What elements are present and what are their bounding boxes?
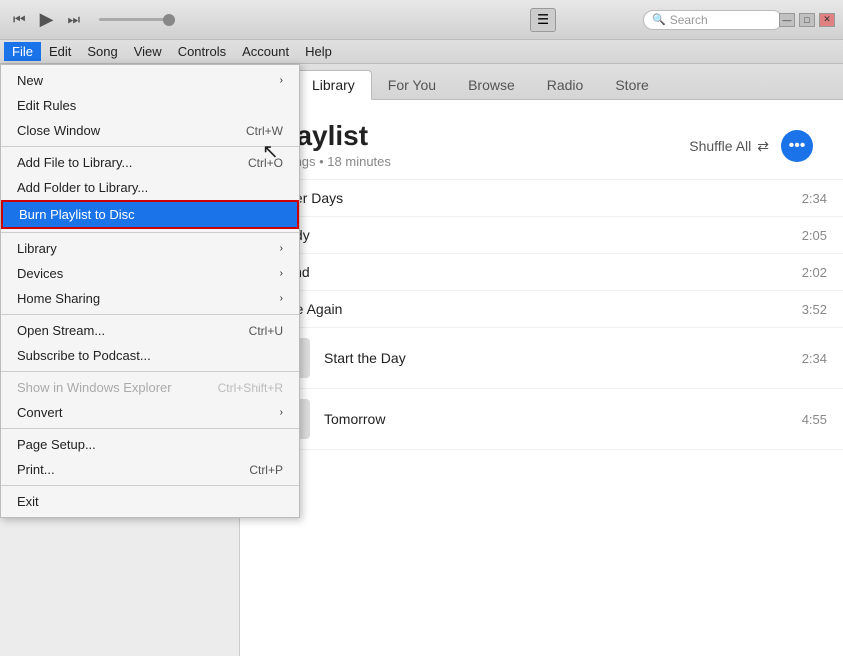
more-options-button[interactable]: •••: [781, 130, 813, 162]
shuffle-icon: ⇄: [757, 138, 769, 155]
dropdown-item-convert[interactable]: Convert ›: [1, 400, 299, 425]
song-name-better-days: Better Days: [270, 190, 802, 206]
search-box[interactable]: 🔍 Search: [643, 10, 783, 30]
menu-bar: File Edit Song View Controls Account Hel…: [0, 40, 843, 64]
dropdown-item-close-window[interactable]: Close Window Ctrl+W: [1, 118, 299, 143]
tab-library[interactable]: Library: [295, 70, 372, 100]
separator-5: [1, 428, 299, 429]
transport-controls: ⏮ ▶ ⏭: [8, 7, 169, 32]
song-duration-tomorrow: 4:55: [802, 412, 827, 427]
volume-track: [99, 18, 169, 21]
rewind-button[interactable]: ⏮: [8, 9, 31, 30]
arrow-right-home-sharing-icon: ›: [280, 293, 283, 304]
volume-slider[interactable]: [99, 18, 169, 21]
dropdown-item-show-explorer: Show in Windows Explorer Ctrl+Shift+R: [1, 375, 299, 400]
dropdown-item-edit-rules[interactable]: Edit Rules: [1, 93, 299, 118]
song-row-better-days[interactable]: Better Days 2:34: [240, 180, 843, 217]
tab-store[interactable]: Store: [599, 71, 664, 99]
search-placeholder-text: Search: [670, 13, 708, 27]
minimize-button[interactable]: —: [779, 13, 795, 27]
song-duration-friend: 2:02: [802, 265, 827, 280]
dropdown-item-subscribe-podcast[interactable]: Subscribe to Podcast...: [1, 343, 299, 368]
menu-item-edit[interactable]: Edit: [41, 42, 79, 61]
separator-1: [1, 146, 299, 147]
song-name-once-again: Once Again: [270, 301, 802, 317]
dropdown-item-library[interactable]: Library ›: [1, 236, 299, 261]
shortcut-close-window: Ctrl+W: [246, 124, 283, 138]
dropdown-item-home-sharing[interactable]: Home Sharing ›: [1, 286, 299, 311]
dropdown-item-exit[interactable]: Exit: [1, 489, 299, 514]
shuffle-label: Shuffle All: [689, 138, 751, 154]
arrow-right-devices-icon: ›: [280, 268, 283, 279]
menu-item-controls[interactable]: Controls: [170, 42, 234, 61]
playlist-header: Playlist 6 songs • 18 minutes Shuffle Al…: [240, 100, 843, 180]
menu-item-view[interactable]: View: [126, 42, 170, 61]
shortcut-show-explorer: Ctrl+Shift+R: [218, 381, 283, 395]
song-name-start-the-day: Start the Day: [324, 350, 802, 366]
song-duration-better-days: 2:34: [802, 191, 827, 206]
menu-item-song[interactable]: Song: [79, 42, 125, 61]
volume-thumb: [163, 14, 175, 26]
arrow-right-library-icon: ›: [280, 243, 283, 254]
playlist-actions: Shuffle All ⇄ •••: [689, 130, 813, 162]
separator-3: [1, 314, 299, 315]
play-button[interactable]: ▶: [35, 7, 59, 32]
dropdown-item-devices[interactable]: Devices ›: [1, 261, 299, 286]
arrow-right-convert-icon: ›: [280, 407, 283, 418]
song-name-buddy: Buddy: [270, 227, 802, 243]
playlist-area: Playlist 6 songs • 18 minutes Shuffle Al…: [240, 100, 843, 656]
shortcut-print: Ctrl+P: [249, 463, 283, 477]
song-duration-once-again: 3:52: [802, 302, 827, 317]
dropdown-item-add-folder[interactable]: Add Folder to Library...: [1, 175, 299, 200]
search-icon: 🔍: [652, 13, 666, 26]
shuffle-all-button[interactable]: Shuffle All ⇄: [689, 138, 769, 155]
song-row-start-the-day[interactable]: ♪ Start the Day 2:34: [240, 328, 843, 389]
song-row-tomorrow[interactable]: ♪ Tomorrow 4:55: [240, 389, 843, 450]
dropdown-item-print[interactable]: Print... Ctrl+P: [1, 457, 299, 482]
song-row-friend[interactable]: Friend 2:02: [240, 254, 843, 291]
dropdown-item-add-file[interactable]: Add File to Library... Ctrl+O: [1, 150, 299, 175]
file-dropdown-menu: New › Edit Rules Close Window Ctrl+W Add…: [0, 64, 300, 518]
list-view-button[interactable]: ☰: [530, 8, 556, 32]
dropdown-item-open-stream[interactable]: Open Stream... Ctrl+U: [1, 318, 299, 343]
song-name-tomorrow: Tomorrow: [324, 411, 802, 427]
maximize-button[interactable]: □: [799, 13, 815, 27]
song-duration-buddy: 2:05: [802, 228, 827, 243]
dropdown-item-new[interactable]: New ›: [1, 68, 299, 93]
song-list: Better Days 2:34 Buddy 2:05 Friend 2:02 …: [240, 180, 843, 450]
menu-item-account[interactable]: Account: [234, 42, 297, 61]
arrow-right-icon: ›: [280, 75, 283, 86]
close-button[interactable]: ✕: [819, 13, 835, 27]
menu-item-file[interactable]: File: [4, 42, 41, 61]
fast-forward-button[interactable]: ⏭: [62, 9, 85, 30]
song-row-once-again[interactable]: Once Again 3:52: [240, 291, 843, 328]
tab-radio[interactable]: Radio: [531, 71, 600, 99]
separator-6: [1, 485, 299, 486]
tab-browse[interactable]: Browse: [452, 71, 531, 99]
tab-for-you[interactable]: For You: [372, 71, 452, 99]
title-bar: ⏮ ▶ ⏭ 🔍 Search — □ ✕ ☰: [0, 0, 843, 40]
dropdown-item-page-setup[interactable]: Page Setup...: [1, 432, 299, 457]
separator-2: [1, 232, 299, 233]
song-name-friend: Friend: [270, 264, 802, 280]
dropdown-item-burn-playlist[interactable]: Burn Playlist to Disc: [1, 200, 299, 229]
menu-item-help[interactable]: Help: [297, 42, 340, 61]
song-row-buddy[interactable]: Buddy 2:05: [240, 217, 843, 254]
separator-4: [1, 371, 299, 372]
song-duration-start-the-day: 2:34: [802, 351, 827, 366]
shortcut-open-stream: Ctrl+U: [249, 324, 283, 338]
window-controls: — □ ✕: [779, 13, 835, 27]
shortcut-add-file: Ctrl+O: [248, 156, 283, 170]
